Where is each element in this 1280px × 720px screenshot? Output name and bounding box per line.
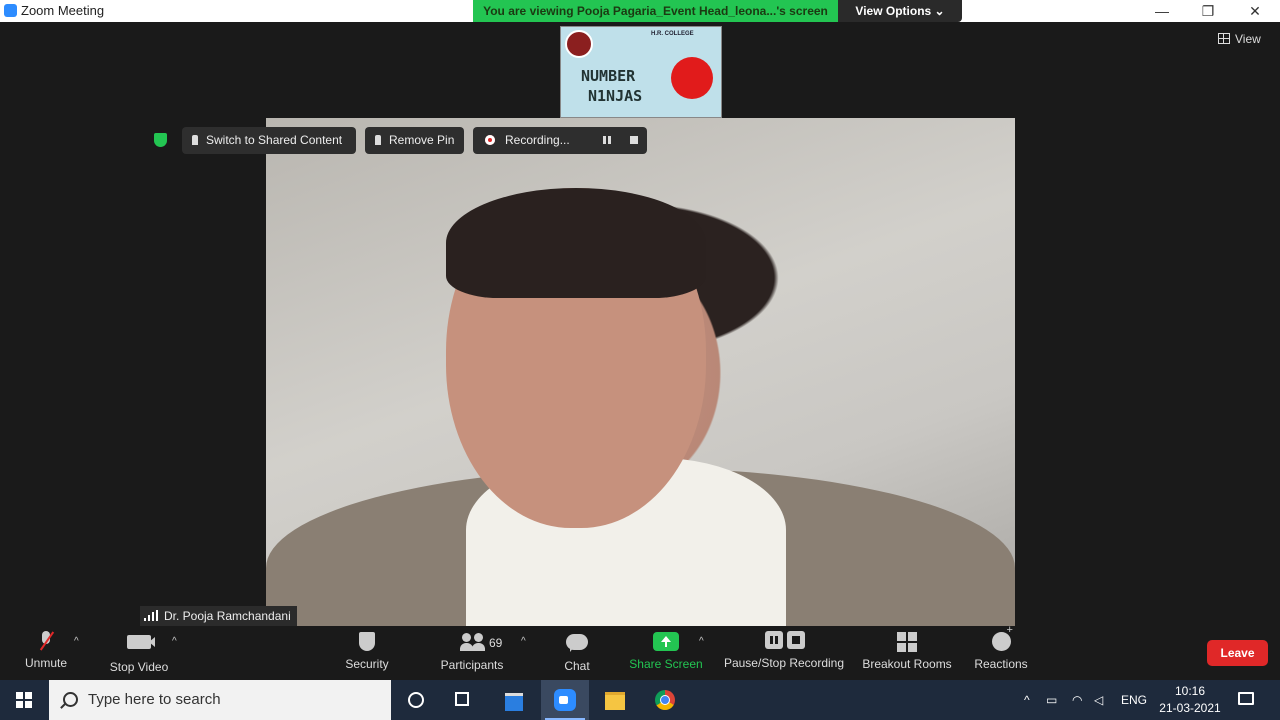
view-button[interactable]: View <box>1218 32 1261 46</box>
view-options-button[interactable]: View Options ⌄ <box>838 0 962 22</box>
start-button[interactable] <box>0 680 48 720</box>
task-view-icon <box>455 692 469 706</box>
zoom-app-icon <box>4 4 17 17</box>
muted-mic-icon <box>38 631 54 651</box>
participants-options-caret[interactable]: ^ <box>521 636 526 647</box>
ninja-logo-icon <box>671 57 713 99</box>
pin-icon <box>375 135 381 145</box>
window-title: Zoom Meeting <box>21 3 105 18</box>
video-options-caret[interactable]: ^ <box>172 636 177 647</box>
signal-strength-icon <box>144 610 158 621</box>
breakout-rooms-label: Breakout Rooms <box>862 657 952 671</box>
participant-name-tag: Dr. Pooja Ramchandani <box>140 606 297 626</box>
video-camera-icon <box>127 635 155 649</box>
security-button[interactable]: Security <box>337 631 397 671</box>
clock-date: 21-03-2021 <box>1159 701 1221 715</box>
pause-stop-recording-label: Pause/Stop Recording <box>723 656 845 670</box>
participant-name: Dr. Pooja Ramchandani <box>164 609 291 623</box>
leave-button[interactable]: Leave <box>1207 640 1268 666</box>
chat-label: Chat <box>564 659 590 673</box>
volume-icon[interactable]: ◁ <box>1094 680 1103 720</box>
remove-pin-label: Remove Pin <box>389 133 455 147</box>
reactions-label: Reactions <box>974 657 1028 671</box>
stop-recording-icon[interactable] <box>630 136 638 144</box>
wifi-icon[interactable]: ◠ <box>1072 680 1082 720</box>
security-shield-icon <box>359 632 375 651</box>
task-view-button[interactable] <box>440 680 488 720</box>
reactions-button[interactable]: Reactions <box>970 624 1032 671</box>
cortana-icon <box>408 692 424 708</box>
unmute-button[interactable]: Unmute <box>16 631 76 670</box>
participants-label: Participants <box>440 658 504 672</box>
language-indicator[interactable]: ENG <box>1121 680 1147 720</box>
battery-icon[interactable]: ▭ <box>1046 680 1057 720</box>
search-icon <box>63 692 78 707</box>
audio-options-caret[interactable]: ^ <box>74 636 79 647</box>
stop-icon <box>787 631 805 649</box>
recording-controls <box>595 127 647 154</box>
chrome-icon <box>655 690 675 710</box>
zoom-icon <box>554 689 576 711</box>
recording-dot-icon <box>485 135 495 145</box>
switch-label: Switch to Shared Content <box>206 133 343 147</box>
stop-video-button[interactable]: Stop Video <box>104 631 174 674</box>
security-label: Security <box>345 657 389 671</box>
view-button-label: View <box>1235 32 1261 46</box>
pause-stop-recording-button[interactable]: Pause/Stop Recording <box>720 631 848 670</box>
search-placeholder: Type here to search <box>88 691 221 708</box>
minimize-button[interactable]: — <box>1139 0 1185 22</box>
clock-time: 10:16 <box>1174 684 1206 698</box>
restore-button[interactable]: ❐ <box>1185 0 1231 22</box>
chrome-button[interactable] <box>641 680 689 720</box>
store-app-button[interactable] <box>490 680 538 720</box>
remove-pin-button[interactable]: Remove Pin <box>365 127 464 154</box>
unmute-label: Unmute <box>24 656 68 670</box>
participants-icon <box>460 633 486 651</box>
thumbnail-title-line1: NUMBER <box>581 67 636 85</box>
chat-button[interactable]: Chat <box>554 631 600 673</box>
cortana-button[interactable] <box>392 680 440 720</box>
pin-icon <box>192 135 198 145</box>
share-screen-label: Share Screen <box>629 657 703 671</box>
meeting-toolbar: Unmute ^ Stop Video ^ Security Participa… <box>0 624 1280 680</box>
file-explorer-button[interactable] <box>591 680 639 720</box>
share-screen-button[interactable]: Share Screen <box>626 631 706 671</box>
notification-center-icon[interactable] <box>1238 692 1254 705</box>
recording-indicator: Recording... <box>473 127 595 154</box>
tray-chevron-up-icon[interactable]: ^ <box>1024 680 1030 720</box>
thumbnail-title-line2: N1NJAS <box>588 87 643 105</box>
encryption-shield-icon[interactable] <box>150 127 172 154</box>
recording-label: Recording... <box>505 133 570 147</box>
windows-taskbar: Type here to search ^ ▭ ◠ ◁ ENG 10:16 21… <box>0 680 1280 720</box>
share-options-caret[interactable]: ^ <box>699 636 704 647</box>
store-icon <box>505 693 523 711</box>
share-screen-icon <box>653 632 679 651</box>
breakout-rooms-icon <box>897 632 917 652</box>
stop-video-label: Stop Video <box>109 660 169 674</box>
switch-to-shared-content-button[interactable]: Switch to Shared Content <box>182 127 356 154</box>
participants-count: 69 <box>489 636 503 650</box>
participant-video[interactable] <box>266 118 1015 626</box>
close-button[interactable]: ✕ <box>1232 0 1278 22</box>
chat-bubble-icon <box>566 634 588 652</box>
pause-icon <box>765 631 783 649</box>
shared-content-thumbnail[interactable]: H.R. COLLEGE NUMBER N1NJAS <box>560 26 722 118</box>
gallery-grid-icon <box>1218 33 1230 44</box>
reactions-smiley-icon <box>991 624 1013 651</box>
screen-share-banner: You are viewing Pooja Pagaria_Event Head… <box>473 0 838 22</box>
windows-logo-icon <box>16 692 32 708</box>
college-name: H.R. COLLEGE <box>651 31 694 37</box>
college-seal-icon <box>565 30 593 58</box>
breakout-rooms-button[interactable]: Breakout Rooms <box>858 631 956 671</box>
taskbar-clock[interactable]: 10:16 21-03-2021 <box>1150 683 1230 717</box>
video-person-hair <box>446 188 706 298</box>
zoom-taskbar-button[interactable] <box>541 680 589 720</box>
pause-recording-icon[interactable] <box>603 136 611 144</box>
taskbar-search-box[interactable]: Type here to search <box>49 680 391 720</box>
folder-icon <box>605 692 625 710</box>
